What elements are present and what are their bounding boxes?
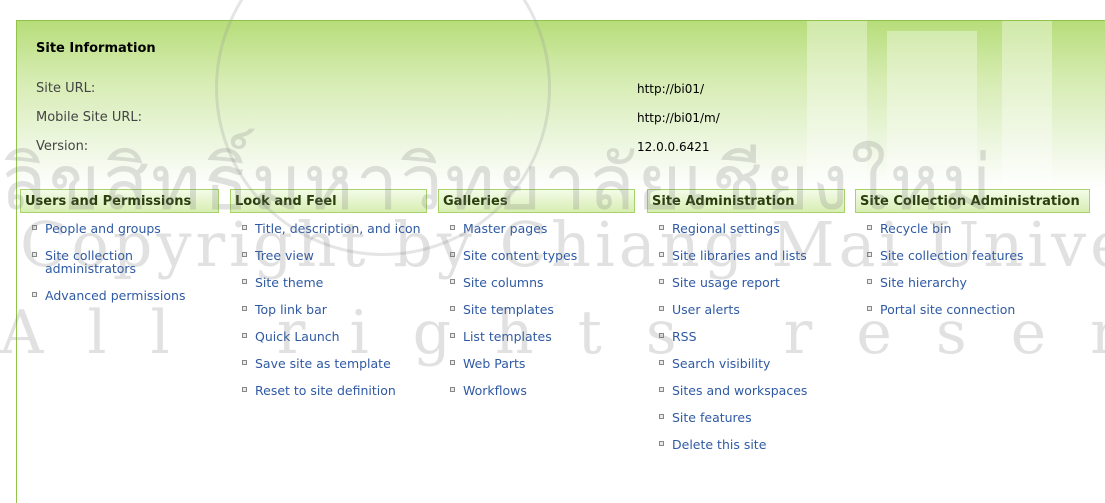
portal-site-connection-link[interactable]: Portal site connection xyxy=(867,303,1090,316)
site-collection-administration-section: Site Collection Administration Recycle b… xyxy=(855,189,1090,330)
top-link-bar-link[interactable]: Top link bar xyxy=(242,303,427,316)
site-hierarchy-link[interactable]: Site hierarchy xyxy=(867,276,1090,289)
site-information-title: Site Information xyxy=(36,41,156,56)
recycle-bin-link[interactable]: Recycle bin xyxy=(867,222,1090,235)
settings-panel: Site Information Site URL: http://bi01/ … xyxy=(16,20,1105,503)
site-columns-link[interactable]: Site columns xyxy=(450,276,635,289)
search-visibility-link[interactable]: Search visibility xyxy=(659,357,845,370)
section-header: Users and Permissions xyxy=(20,189,219,213)
workflows-link[interactable]: Workflows xyxy=(450,384,635,397)
sites-and-workspaces-link[interactable]: Sites and workspaces xyxy=(659,384,845,397)
version-value: 12.0.0.6421 xyxy=(637,140,710,154)
site-url-value: http://bi01/ xyxy=(637,82,705,96)
site-url-label: Site URL: xyxy=(36,81,96,96)
background-graphic xyxy=(1002,21,1052,189)
site-collection-administrators-link[interactable]: Site collection administrators xyxy=(32,249,155,275)
delete-this-site-link[interactable]: Delete this site xyxy=(659,438,845,451)
site-collection-features-link[interactable]: Site collection features xyxy=(867,249,1090,262)
people-and-groups-link[interactable]: People and groups xyxy=(32,222,219,235)
list-templates-link[interactable]: List templates xyxy=(450,330,635,343)
site-features-link[interactable]: Site features xyxy=(659,411,845,424)
site-theme-link[interactable]: Site theme xyxy=(242,276,427,289)
site-libraries-and-lists-link[interactable]: Site libraries and lists xyxy=(659,249,845,262)
site-templates-link[interactable]: Site templates xyxy=(450,303,635,316)
user-alerts-link[interactable]: User alerts xyxy=(659,303,845,316)
site-administration-section: Site Administration Regional settings Si… xyxy=(647,189,845,465)
mobile-site-url-label: Mobile Site URL: xyxy=(36,110,143,125)
section-header: Site Collection Administration xyxy=(855,189,1090,213)
site-usage-report-link[interactable]: Site usage report xyxy=(659,276,845,289)
header-band xyxy=(17,21,1105,189)
regional-settings-link[interactable]: Regional settings xyxy=(659,222,845,235)
quick-launch-link[interactable]: Quick Launch xyxy=(242,330,427,343)
background-graphic xyxy=(887,31,977,189)
version-label: Version: xyxy=(36,139,89,154)
reset-to-site-definition-link[interactable]: Reset to site definition xyxy=(242,384,427,397)
background-graphic xyxy=(807,21,867,189)
site-content-types-link[interactable]: Site content types xyxy=(450,249,635,262)
save-site-as-template-link[interactable]: Save site as template xyxy=(242,357,427,370)
section-header: Site Administration xyxy=(647,189,845,213)
mobile-site-url-value: http://bi01/m/ xyxy=(637,111,720,125)
users-and-permissions-section: Users and Permissions People and groups … xyxy=(20,189,219,316)
web-parts-link[interactable]: Web Parts xyxy=(450,357,635,370)
rss-link[interactable]: RSS xyxy=(659,330,845,343)
advanced-permissions-link[interactable]: Advanced permissions xyxy=(32,289,219,302)
